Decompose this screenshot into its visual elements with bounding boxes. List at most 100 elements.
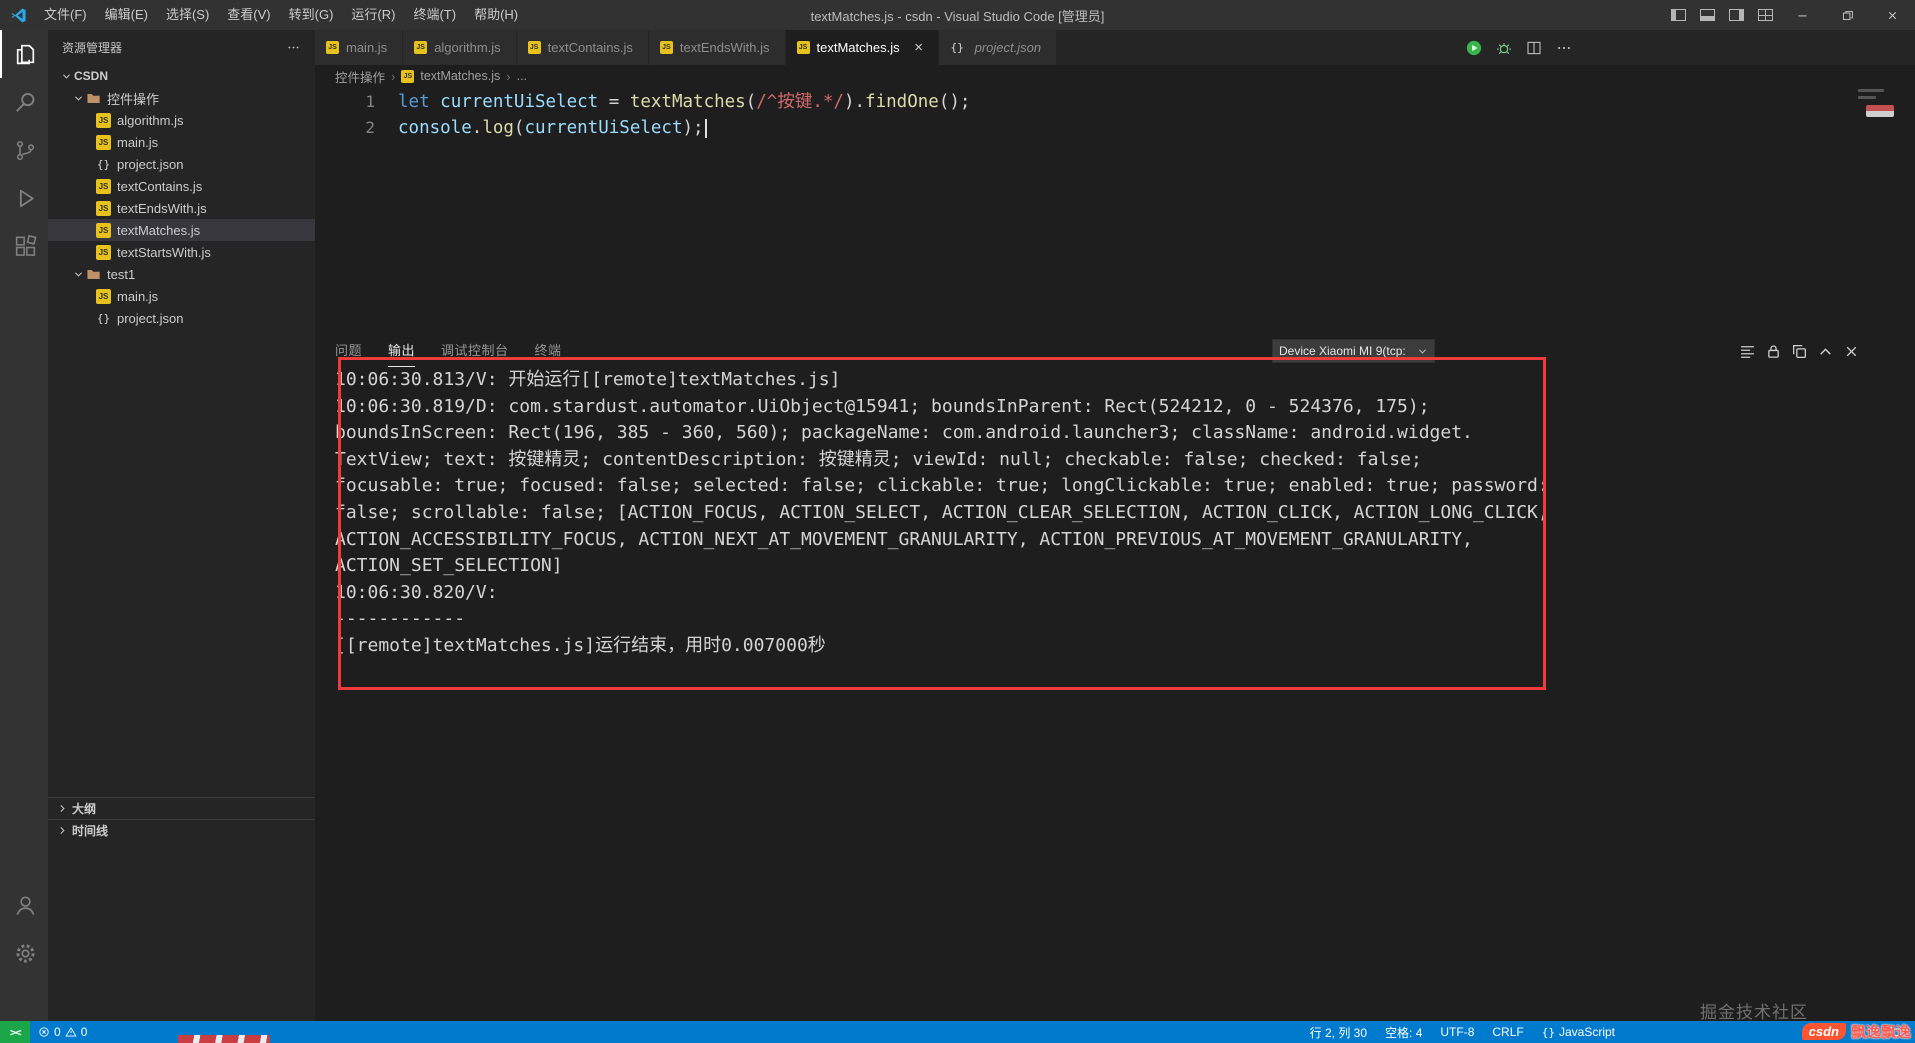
customize-layout-icon[interactable]	[1758, 9, 1773, 21]
editor-tab[interactable]: JStextContains.js	[517, 30, 649, 65]
json-file-icon: {}	[96, 311, 111, 326]
panel-tab[interactable]: 调试控制台	[441, 335, 509, 367]
js-file-icon: JS	[401, 70, 414, 83]
menu-item[interactable]: 运行(R)	[342, 7, 404, 22]
minimap[interactable]	[1858, 89, 1900, 103]
js-file-icon: JS	[528, 41, 541, 54]
activity-bar-extensions[interactable]	[0, 222, 48, 270]
tree-item-label: 控件操作	[107, 89, 159, 108]
clear-output-icon[interactable]	[1739, 343, 1756, 360]
timeline-section[interactable]: 时间线	[48, 819, 315, 841]
tree-item[interactable]: JStextEndsWith.js	[48, 197, 315, 219]
remote-indicator[interactable]: ><	[0, 1021, 30, 1043]
panel-tab[interactable]: 问题	[335, 335, 362, 367]
problems-status[interactable]: 0 0	[30, 1025, 95, 1039]
code-token: console	[398, 118, 472, 138]
more-actions-icon[interactable]	[286, 40, 301, 55]
editor-tab[interactable]: JStextMatches.js×	[786, 30, 939, 65]
output-line: focusable: true; focused: false; selecte…	[335, 473, 1549, 500]
tree-item[interactable]: JSalgorithm.js	[48, 109, 315, 131]
panel-tab[interactable]: 输出	[388, 335, 415, 367]
breadcrumb-label: ...	[517, 69, 527, 83]
close-tab-icon[interactable]: ×	[911, 39, 927, 56]
activity-bar-run-and-debug[interactable]	[0, 174, 48, 222]
editor-tab[interactable]: JS textEndsWith.js	[649, 30, 786, 65]
tab-label: project.json	[975, 40, 1041, 55]
js-file-icon: JS	[660, 41, 673, 54]
tree-item[interactable]: JStextStartsWith.js	[48, 241, 315, 263]
tree-item[interactable]: {}project.json	[48, 153, 315, 175]
explorer-icon	[13, 42, 38, 67]
output-line: ACTION_ACCESSIBILITY_FOCUS, ACTION_NEXT_…	[335, 527, 1549, 554]
watermark-fragment	[178, 1035, 270, 1043]
code-token: let	[398, 92, 430, 112]
scroll-lock-icon[interactable]	[1765, 343, 1782, 360]
tree-item[interactable]: JStextContains.js	[48, 175, 315, 197]
panel-tab[interactable]: 终端	[535, 335, 562, 367]
language-label: JavaScript	[1559, 1025, 1615, 1039]
panel-tab-bar: 问题输出调试控制台终端	[315, 335, 562, 367]
tree-item[interactable]: 控件操作	[48, 87, 315, 109]
breadcrumb-item[interactable]: ...	[517, 69, 527, 83]
minimize-button[interactable]	[1780, 0, 1825, 30]
output-log[interactable]: 10:06:30.813/V: 开始运行[[remote]textMatches…	[335, 367, 1549, 660]
encoding-status[interactable]: UTF-8	[1440, 1025, 1474, 1039]
language-status[interactable]: {} JavaScript	[1542, 1025, 1615, 1039]
activity-bar-search[interactable]	[0, 78, 48, 126]
tree-item-label: CSDN	[74, 69, 108, 83]
code-token: );	[683, 118, 704, 138]
tree-item[interactable]: JStextMatches.js	[48, 219, 315, 241]
eol-status[interactable]: CRLF	[1492, 1025, 1523, 1039]
activity-bar-explorer[interactable]	[0, 30, 48, 78]
cursor-position-status[interactable]: 行 2, 列 30	[1310, 1024, 1367, 1041]
tree-item-label: main.js	[117, 289, 158, 304]
activity-bar-settings[interactable]	[0, 929, 48, 977]
more-actions-icon[interactable]	[1555, 39, 1573, 57]
folder-icon	[86, 91, 101, 106]
menu-item[interactable]: 帮助(H)	[465, 7, 527, 22]
json-file-icon: {}	[950, 40, 965, 55]
output-channel-select[interactable]: Device Xiaomi MI 9(tcp:	[1272, 339, 1435, 363]
indentation-status[interactable]: 空格: 4	[1385, 1024, 1422, 1041]
outline-section[interactable]: 大纲	[48, 797, 315, 819]
toggle-panel-icon[interactable]	[1700, 9, 1715, 21]
menu-item[interactable]: 文件(F)	[35, 7, 96, 22]
editor-tab[interactable]: {} project.json	[939, 30, 1057, 65]
editor-tab[interactable]: JSalgorithm.js	[403, 30, 516, 65]
close-panel-icon[interactable]	[1843, 343, 1860, 360]
csdn-logo: csdn	[1802, 1023, 1846, 1040]
run-button[interactable]	[1465, 39, 1483, 57]
menu-item[interactable]: 查看(V)	[218, 7, 279, 22]
error-count: 0	[54, 1025, 61, 1039]
tab-label: textEndsWith.js	[680, 40, 770, 55]
activity-bar-source-control[interactable]	[0, 126, 48, 174]
tree-item-label: textEndsWith.js	[117, 201, 207, 216]
menu-item[interactable]: 转到(G)	[280, 7, 343, 22]
debug-button[interactable]	[1495, 39, 1513, 57]
tree-item[interactable]: {}project.json	[48, 307, 315, 329]
menu-item[interactable]: 终端(T)	[404, 7, 465, 22]
maximize-panel-icon[interactable]	[1817, 343, 1834, 360]
toggle-secondary-sidebar-icon[interactable]	[1729, 9, 1744, 21]
toggle-sidebar-icon[interactable]	[1671, 9, 1686, 21]
breadcrumb-item[interactable]: 控件操作	[335, 67, 385, 86]
activity-bar-accounts[interactable]	[0, 881, 48, 929]
code-editor[interactable]: 1let currentUiSelect = textMatches(/^按键.…	[315, 87, 1915, 335]
code-token: /^按键.*/	[756, 92, 844, 112]
tree-item[interactable]: JSmain.js	[48, 131, 315, 153]
code-token: currentUiSelect	[440, 92, 598, 112]
tree-item[interactable]: JSmain.js	[48, 285, 315, 307]
breadcrumb-item[interactable]: JStextMatches.js	[401, 69, 500, 83]
tree-item[interactable]: test1	[48, 263, 315, 285]
close-window-button[interactable]	[1870, 0, 1915, 30]
tree-item[interactable]: CSDN	[48, 65, 315, 87]
sidebar-header: 资源管理器	[48, 30, 315, 65]
split-editor-icon[interactable]	[1525, 39, 1543, 57]
menu-item[interactable]: 选择(S)	[157, 7, 218, 22]
extensions-icon	[13, 234, 38, 259]
menu-item[interactable]: 编辑(E)	[96, 7, 157, 22]
titlebar-controls	[1664, 0, 1915, 30]
editor-tab[interactable]: JSmain.js	[315, 30, 403, 65]
open-output-in-editor-icon[interactable]	[1791, 343, 1808, 360]
restore-button[interactable]	[1825, 0, 1870, 30]
